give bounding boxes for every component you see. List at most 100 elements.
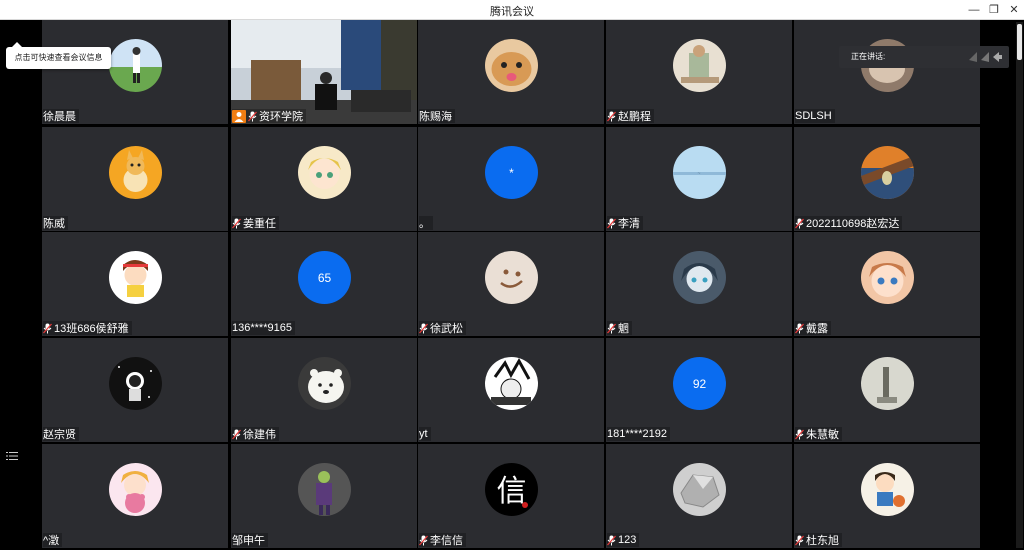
participant-name: yt bbox=[419, 428, 428, 440]
mic-muted-icon bbox=[607, 111, 616, 122]
avatar bbox=[673, 463, 726, 516]
avatar-initials: 65 bbox=[298, 251, 351, 304]
avatar bbox=[485, 39, 538, 92]
participant-tile[interactable]: 赵鹏程 bbox=[606, 20, 792, 124]
participant-tile[interactable]: 92 181****2192 bbox=[606, 338, 792, 442]
participant-tile[interactable]: ~ 李清 bbox=[606, 127, 792, 231]
participant-tile[interactable]: 徐晨晨 bbox=[42, 20, 228, 124]
mic-muted-icon bbox=[795, 323, 804, 334]
participant-name-bar: 资环学院 bbox=[232, 109, 306, 123]
participant-name: ^澂 bbox=[43, 535, 60, 547]
participant-name-bar: 赵宗贤 bbox=[43, 427, 79, 441]
speaker-arrow-icon[interactable] bbox=[967, 50, 1003, 73]
participant-name-bar: 李信信 bbox=[419, 533, 466, 547]
mic-muted-icon bbox=[795, 429, 804, 440]
avatar bbox=[673, 39, 726, 92]
participant-tile[interactable]: 邹申午 bbox=[231, 444, 417, 548]
speaking-indicator: 正在讲话: bbox=[839, 46, 1009, 68]
participant-tile[interactable]: 赵宗贤 bbox=[42, 338, 228, 442]
participant-tile[interactable]: 杜东旭 bbox=[794, 444, 980, 548]
participant-tile[interactable]: 戴露 bbox=[794, 232, 980, 336]
minimize-icon[interactable]: — bbox=[966, 2, 982, 18]
participant-name: 李清 bbox=[618, 218, 640, 230]
mic-muted-icon bbox=[248, 111, 257, 122]
scrollbar[interactable] bbox=[1016, 22, 1023, 548]
participant-tile[interactable]: 资环学院 bbox=[231, 20, 417, 124]
member-list-icon[interactable] bbox=[6, 449, 18, 461]
participant-tile[interactable]: 徐建伟 bbox=[231, 338, 417, 442]
mic-muted-icon bbox=[232, 218, 241, 229]
mic-muted-icon bbox=[607, 323, 616, 334]
participant-name-bar: 邹申午 bbox=[232, 533, 268, 547]
participant-name: 陈赐海 bbox=[419, 111, 452, 123]
participant-tile[interactable]: yt bbox=[418, 338, 604, 442]
mic-muted-icon bbox=[419, 535, 428, 546]
participant-name: 。 bbox=[419, 218, 430, 230]
participant-name-bar: 陈赐海 bbox=[419, 109, 455, 123]
participant-grid: 徐晨晨 资环学院 陈赐海 赵鹏程 SDLSH 陈威姜重任 *。 ~ 李清 2022110698赵宏… bbox=[42, 20, 981, 550]
avatar bbox=[673, 251, 726, 304]
participant-name: 李信信 bbox=[430, 535, 463, 547]
mic-muted-icon bbox=[795, 218, 804, 229]
participant-tile[interactable]: 陈威 bbox=[42, 127, 228, 231]
title-bar: 腾讯会议 — ❐ ✕ bbox=[0, 0, 1024, 20]
participant-name-bar: 181****2192 bbox=[607, 427, 670, 441]
participant-name-bar: 赵鹏程 bbox=[607, 109, 654, 123]
participant-tile[interactable]: 信李信信 bbox=[418, 444, 604, 548]
participant-tile[interactable]: 陈赐海 bbox=[418, 20, 604, 124]
participant-tile[interactable]: 魍 bbox=[606, 232, 792, 336]
speaking-label: 正在讲话: bbox=[851, 52, 886, 61]
participant-name-bar: 徐晨晨 bbox=[43, 109, 79, 123]
participant-name: 徐建伟 bbox=[243, 429, 276, 441]
avatar: 信 bbox=[485, 463, 538, 516]
participant-name: 魍 bbox=[618, 323, 629, 335]
participant-tile[interactable]: 123 bbox=[606, 444, 792, 548]
participant-name-bar: 徐建伟 bbox=[232, 427, 279, 441]
participant-tile[interactable]: 2022110698赵宏达 bbox=[794, 127, 980, 231]
participant-name-bar: 杜东旭 bbox=[795, 533, 842, 547]
participant-name: 戴露 bbox=[806, 323, 828, 335]
participant-name-bar: 123 bbox=[607, 533, 640, 547]
participant-tile[interactable]: 13班686侯舒雅 bbox=[42, 232, 228, 336]
participant-name: 2022110698赵宏达 bbox=[806, 218, 900, 230]
participant-tile[interactable]: 65 136****9165 bbox=[231, 232, 417, 336]
participant-tile[interactable]: 姜重任 bbox=[231, 127, 417, 231]
participant-name: 邹申午 bbox=[232, 535, 265, 547]
mic-muted-icon bbox=[43, 323, 52, 334]
restore-icon[interactable]: ❐ bbox=[986, 2, 1002, 18]
participant-name-bar: 魍 bbox=[607, 321, 632, 335]
avatar bbox=[861, 146, 914, 199]
participant-name: 姜重任 bbox=[243, 218, 276, 230]
participant-name: 赵宗贤 bbox=[43, 429, 76, 441]
participant-name: 赵鹏程 bbox=[618, 111, 651, 123]
participant-tile[interactable]: ^澂 bbox=[42, 444, 228, 548]
participant-name-bar: 136****9165 bbox=[232, 321, 295, 335]
avatar bbox=[109, 357, 162, 410]
participant-name: 资环学院 bbox=[259, 111, 303, 123]
participant-name: 徐晨晨 bbox=[43, 111, 76, 123]
avatar bbox=[109, 463, 162, 516]
avatar bbox=[109, 251, 162, 304]
mic-muted-icon bbox=[419, 323, 428, 334]
meeting-info-tooltip[interactable]: 点击可快速查看会议信息 bbox=[6, 42, 111, 69]
svg-text:信: 信 bbox=[497, 474, 527, 509]
participant-name: 136****9165 bbox=[232, 322, 292, 334]
participant-name-bar: 姜重任 bbox=[232, 216, 279, 230]
scrollbar-thumb[interactable] bbox=[1017, 24, 1022, 60]
close-icon[interactable]: ✕ bbox=[1006, 2, 1022, 18]
participant-name-bar: 13班686侯舒雅 bbox=[43, 321, 132, 335]
avatar bbox=[861, 251, 914, 304]
avatar bbox=[298, 463, 351, 516]
participant-name-bar: 朱慧敏 bbox=[795, 427, 842, 441]
participant-tile[interactable]: 朱慧敏 bbox=[794, 338, 980, 442]
avatar bbox=[485, 357, 538, 410]
mic-muted-icon bbox=[232, 429, 241, 440]
participant-name: 杜东旭 bbox=[806, 535, 839, 547]
avatar-initials: 92 bbox=[673, 357, 726, 410]
participant-tile[interactable]: *。 bbox=[418, 127, 604, 231]
participant-tile[interactable]: SDLSH bbox=[794, 20, 980, 124]
participant-name: 13班686侯舒雅 bbox=[54, 323, 129, 335]
participant-tile[interactable]: 徐武松 bbox=[418, 232, 604, 336]
mic-muted-icon bbox=[795, 535, 804, 546]
left-sidebar bbox=[0, 20, 42, 550]
